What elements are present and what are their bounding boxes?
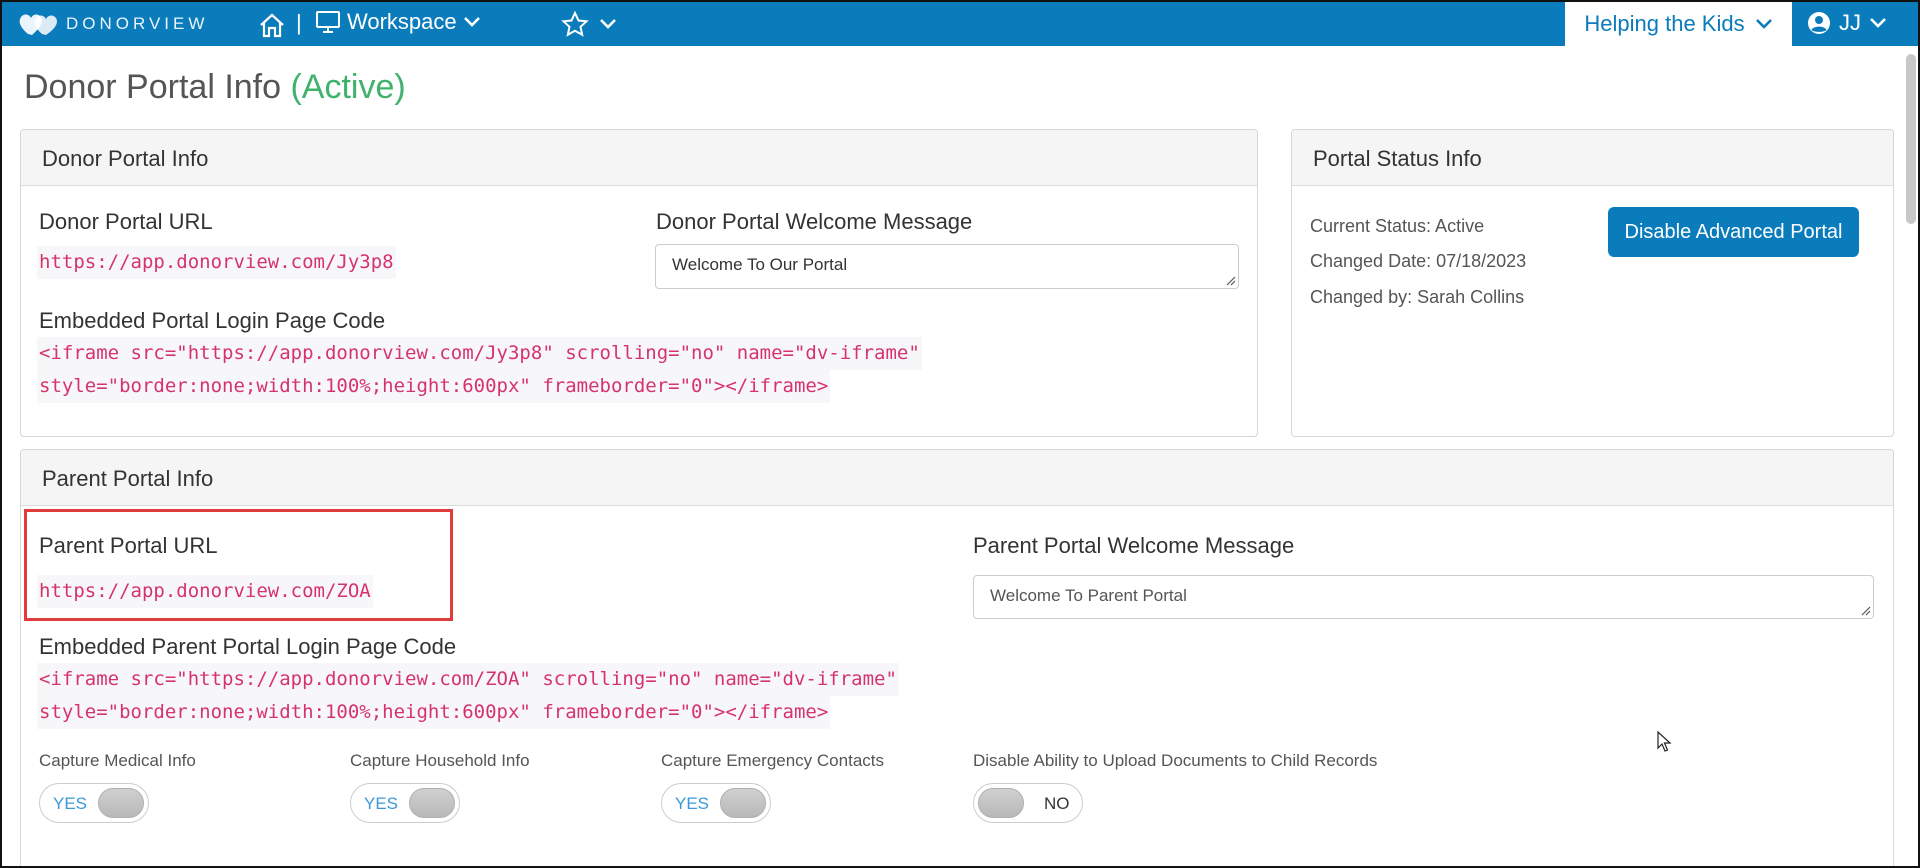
capture-household-info-toggle[interactable]: YES	[350, 783, 460, 823]
donor-welcome-message-field[interactable]: Welcome To Our Portal	[655, 244, 1239, 289]
parent-welcome-message-value: Welcome To Parent Portal	[990, 586, 1187, 605]
toggle-state: NO	[1044, 794, 1070, 813]
capture-medical-info-label: Capture Medical Info	[39, 751, 196, 770]
capture-medical-info-toggle[interactable]: YES	[39, 783, 149, 823]
parent-embed-code-label: Embedded Parent Portal Login Page Code	[39, 634, 457, 659]
nav-separator: |	[296, 10, 302, 35]
toggle-knob	[409, 788, 455, 818]
toggle-knob	[98, 788, 144, 818]
parent-embed-code-line-2[interactable]: style="border:none;width:100%;height:600…	[37, 696, 831, 729]
user-initials: JJ	[1839, 10, 1861, 35]
chevron-down-icon	[1870, 18, 1886, 28]
user-menu[interactable]: JJ	[1807, 10, 1887, 36]
logo-text: DONORVIEW	[66, 14, 209, 33]
parent-url-highlight-box	[24, 509, 453, 621]
hearts-logo-icon	[19, 14, 57, 35]
capture-emergency-contacts-label: Capture Emergency Contacts	[661, 751, 884, 770]
donor-portal-url[interactable]: https://app.donorview.com/Jy3p8	[37, 246, 396, 279]
toggle-state: YES	[364, 794, 399, 813]
changed-by-text: Changed by: Sarah Collins	[1310, 287, 1525, 307]
donor-portal-url-label: Donor Portal URL	[39, 209, 213, 234]
resize-grip-icon[interactable]	[1859, 604, 1871, 616]
capture-household-info-label: Capture Household Info	[350, 751, 530, 770]
toggle-knob	[978, 788, 1024, 818]
capture-emergency-contacts-toggle[interactable]: YES	[661, 783, 771, 823]
portal-status-panel: Portal Status Info	[1291, 129, 1894, 437]
toggle-state: YES	[675, 794, 710, 813]
resize-grip-icon[interactable]	[1224, 274, 1236, 286]
disable-advanced-portal-button[interactable]: Disable Advanced Portal	[1608, 207, 1859, 257]
organization-selector[interactable]: Helping the Kids	[1565, 2, 1792, 46]
donor-embed-code-label: Embedded Portal Login Page Code	[39, 308, 386, 333]
disable-document-upload-label: Disable Ability to Upload Documents to C…	[973, 751, 1378, 770]
parent-embed-code-line-1[interactable]: <iframe src="https://app.donorview.com/Z…	[37, 663, 899, 696]
portal-status-panel-heading: Portal Status Info	[1292, 130, 1893, 186]
favorites-chevron-down-icon[interactable]	[599, 17, 617, 35]
chevron-down-icon	[463, 17, 480, 27]
donor-portal-panel-heading: Donor Portal Info	[21, 130, 1257, 186]
workspace-label: Workspace	[347, 9, 457, 34]
page-status: (Active)	[290, 68, 406, 106]
current-status-text: Current Status: Active	[1310, 216, 1485, 236]
top-navbar: DONORVIEW | Workspace Helping the Kids J…	[2, 2, 1918, 46]
organization-name: Helping the Kids	[1584, 11, 1745, 36]
user-avatar-icon	[1808, 12, 1830, 34]
parent-welcome-message-field[interactable]: Welcome To Parent Portal	[973, 575, 1874, 619]
toggle-state: YES	[53, 794, 88, 813]
favorites-star-icon[interactable]	[561, 10, 589, 42]
monitor-icon	[316, 11, 340, 33]
home-icon[interactable]	[258, 12, 286, 43]
donorview-logo[interactable]: DONORVIEW	[18, 10, 208, 38]
app-window: DONORVIEW | Workspace Helping the Kids J…	[0, 0, 1920, 868]
donor-embed-code-line-2[interactable]: style="border:none;width:100%;height:600…	[37, 370, 831, 403]
disable-document-upload-toggle[interactable]: NO	[973, 783, 1083, 823]
page-title-text: Donor Portal Info	[24, 68, 282, 106]
donor-embed-code-line-1[interactable]: <iframe src="https://app.donorview.com/J…	[37, 337, 922, 370]
donor-welcome-message-value: Welcome To Our Portal	[672, 255, 848, 274]
parent-portal-panel-heading: Parent Portal Info	[21, 450, 1893, 506]
chevron-down-icon	[1755, 19, 1772, 29]
page-scrollbar[interactable]	[1906, 54, 1916, 224]
donor-welcome-label: Donor Portal Welcome Message	[656, 209, 973, 234]
parent-welcome-label: Parent Portal Welcome Message	[973, 533, 1295, 558]
changed-date-text: Changed Date: 07/18/2023	[1310, 251, 1527, 271]
mouse-pointer-icon	[1657, 731, 1672, 752]
page-title: Donor Portal Info (Active)	[24, 68, 406, 107]
workspace-dropdown[interactable]: Workspace	[315, 9, 481, 35]
toggle-knob	[720, 788, 766, 818]
